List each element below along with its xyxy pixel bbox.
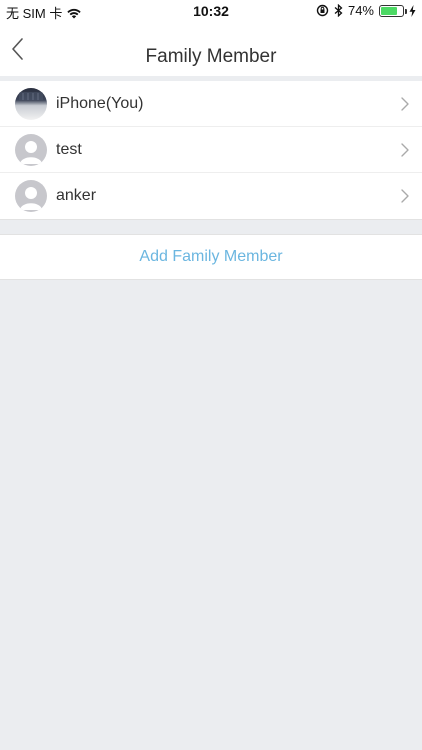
default-person-icon: [15, 180, 47, 212]
member-row-anker[interactable]: anker: [0, 173, 422, 219]
member-row-test[interactable]: test: [0, 127, 422, 173]
rotation-lock-icon: [316, 4, 329, 17]
avatar: [15, 87, 47, 120]
status-bar: 无 SIM 卡 10:32 74%: [0, 0, 422, 22]
bluetooth-icon: [334, 4, 343, 17]
chevron-right-icon: [401, 189, 409, 203]
avatar-photo-icon: [19, 91, 43, 100]
member-name: anker: [56, 187, 97, 204]
member-row-iphone[interactable]: iPhone(You): [0, 81, 422, 127]
member-name: iPhone(You): [56, 94, 144, 112]
battery-fill: [381, 6, 397, 15]
add-family-member-button[interactable]: Add Family Member: [0, 234, 422, 280]
member-name: test: [56, 140, 82, 158]
member-list: iPhone(You) test anker: [0, 81, 422, 220]
battery-icon: [379, 4, 407, 17]
add-family-member-label: Add Family Member: [139, 248, 283, 265]
chevron-right-icon: [401, 96, 409, 111]
charging-icon: [409, 4, 416, 17]
battery-percent: 74%: [347, 3, 374, 18]
chevron-right-icon: [401, 142, 409, 157]
nav-bar: Family Member: [0, 22, 422, 76]
default-person-icon: [15, 133, 47, 166]
page-title: Family Member: [145, 46, 277, 67]
status-right: 74%: [316, 3, 416, 18]
